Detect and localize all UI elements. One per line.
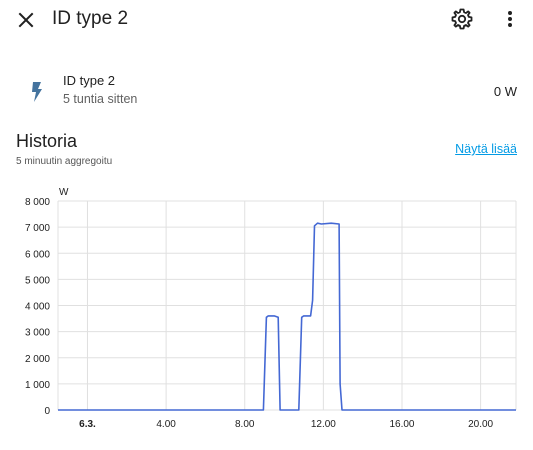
settings-button[interactable] — [450, 7, 474, 31]
y-tick-label: 3 000 — [25, 328, 50, 339]
x-tick-label: 20.00 — [468, 419, 493, 430]
x-tick-label: 12.00 — [311, 419, 336, 430]
y-tick-label: 0 — [44, 406, 50, 417]
y-tick-label: 7 000 — [25, 223, 50, 234]
power-series-line — [58, 222, 516, 411]
y-tick-label: 1 000 — [25, 380, 50, 391]
y-tick-label: 8 000 — [25, 197, 50, 208]
show-more-link[interactable]: Näytä lisää — [455, 142, 517, 156]
lightning-bolt-icon — [29, 81, 45, 103]
x-tick-label: 16.00 — [389, 419, 414, 430]
dialog-header: ID type 2 — [0, 0, 533, 40]
y-tick-label: 4 000 — [25, 302, 50, 313]
history-title: Historia — [16, 131, 78, 151]
close-icon — [18, 12, 34, 28]
history-chart: 0 1 000 2 000 3 000 4 000 5 000 6 000 7 000 8 00… — [25, 187, 517, 430]
dialog-title: ID type 2 — [52, 8, 129, 29]
x-tick-label: 6.3. — [79, 419, 96, 430]
y-tick-label: 2 000 — [25, 354, 50, 365]
y-tick-label: 6 000 — [25, 249, 50, 260]
history-subtitle: 5 minuutin aggregoitu — [16, 156, 113, 167]
entity-last-changed: 5 tuntia sitten — [63, 92, 138, 106]
close-button[interactable] — [14, 8, 38, 32]
entity-state: 0 W — [493, 84, 517, 99]
gear-icon — [451, 8, 473, 30]
x-tick-label: 4.00 — [156, 419, 176, 430]
y-tick-label: 5 000 — [25, 275, 50, 286]
more-options-button[interactable] — [498, 7, 522, 31]
more-vertical-icon — [508, 11, 512, 27]
y-axis-unit: W — [59, 187, 69, 198]
x-tick-label: 8.00 — [235, 419, 255, 430]
entity-name: ID type 2 — [63, 73, 116, 88]
entity-row[interactable]: ID type 2 5 tuntia sitten 0 W — [0, 66, 533, 112]
